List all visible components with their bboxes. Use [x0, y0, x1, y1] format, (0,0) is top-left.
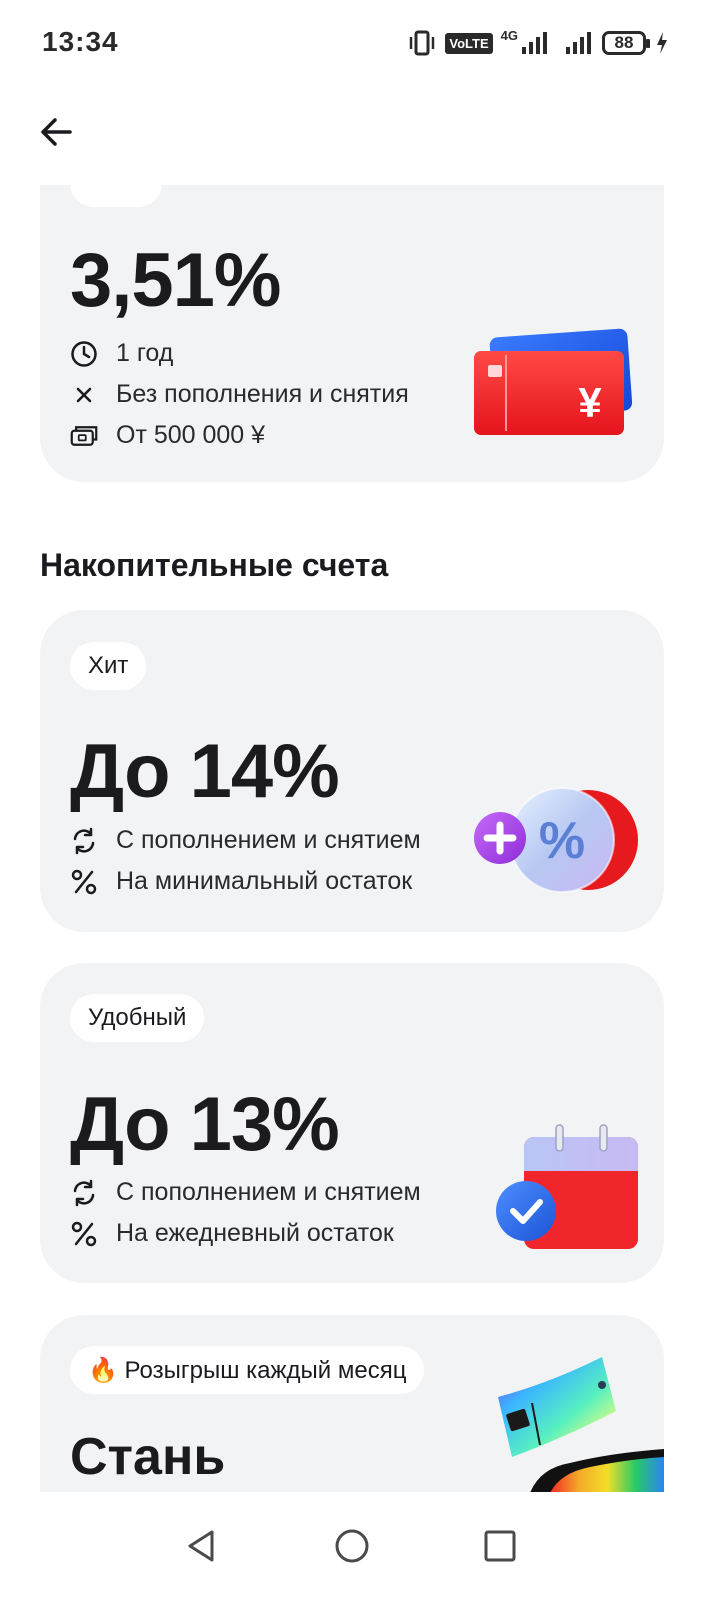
refresh-icon — [70, 1179, 98, 1207]
vibrate-icon — [410, 30, 435, 56]
signal-icon-2 — [566, 32, 591, 54]
deposit-card[interactable]: 3,51% 1 год Без пополнения и снятия От 5… — [40, 185, 664, 482]
close-icon — [70, 381, 98, 409]
feature-balance-hit: На минимальный остаток — [70, 867, 412, 896]
feature-topup-hit-text: С пополнением и снятием — [116, 826, 421, 854]
status-icons: VoLTE 4G 88 — [407, 28, 668, 58]
signal-icon — [522, 32, 547, 54]
savings-rate-hit: До 14% — [70, 729, 340, 814]
svg-text:%: % — [539, 812, 585, 870]
calendar-check-icon — [496, 1124, 638, 1249]
section-title: Накопительные счета — [40, 547, 389, 583]
deposit-rate: 3,51% — [70, 238, 281, 323]
clock-icon — [70, 340, 98, 368]
charging-icon — [657, 32, 667, 54]
feature-no-topup-text: Без пополнения и снятия — [116, 380, 409, 408]
savings-title-raffle: Стань — [70, 1428, 226, 1486]
nav-recents-button[interactable] — [468, 1514, 532, 1578]
status-bar: 13:34 VoLTE 4G 88 — [0, 0, 720, 88]
badge-raffle: 🔥 Розыгрыш каждый месяц — [70, 1346, 425, 1394]
feature-balance-convenient-text: На ежедневный остаток — [116, 1219, 394, 1247]
feature-term-text: 1 год — [116, 339, 174, 367]
feature-no-topup: Без пополнения и снятия — [70, 380, 409, 409]
feature-balance-convenient: На ежедневный остаток — [70, 1219, 394, 1248]
badge-hit: Хит — [70, 642, 147, 690]
savings-rate-convenient: До 13% — [70, 1082, 340, 1167]
feature-balance-hit-text: На минимальный остаток — [116, 867, 413, 895]
feature-min-amount: От 500 000 ¥ — [70, 421, 265, 450]
badge-convenient: Удобный — [70, 994, 205, 1042]
triangle-back-icon — [188, 1530, 214, 1562]
refresh-icon — [70, 827, 98, 855]
savings-card-hit[interactable]: Хит До 14% С пополнением и снятием На ми… — [40, 610, 664, 932]
feature-topup-convenient-text: С пополнением и снятием — [116, 1178, 421, 1206]
savings-card-raffle[interactable]: 🔥 Розыгрыш каждый месяц Стань — [40, 1315, 664, 1492]
deposit-card-chip — [70, 185, 162, 207]
volte-badge: VoLTE — [445, 32, 493, 54]
savings-card-convenient[interactable]: Удобный До 13% С пополнением и снятием Н… — [40, 963, 664, 1283]
network-type: 4G — [500, 28, 518, 43]
feature-topup-hit: С пополнением и снятием — [70, 826, 421, 855]
status-time: 13:34 — [42, 26, 119, 57]
svg-text:¥: ¥ — [578, 379, 602, 426]
percent-icon — [70, 868, 98, 896]
percent-coin-icon: % — [474, 787, 638, 893]
battery-level: 88 — [614, 33, 634, 52]
feature-min-amount-text: От 500 000 ¥ — [116, 421, 266, 449]
arrow-left-icon — [41, 118, 72, 146]
scroll-area[interactable]: 3,51% 1 год Без пополнения и снятия От 5… — [0, 185, 720, 1492]
feature-topup-convenient: С пополнением и снятием — [70, 1178, 421, 1207]
feature-term: 1 год — [70, 339, 173, 368]
holographic-card-icon — [498, 1357, 664, 1492]
square-recents-icon — [484, 1530, 516, 1562]
battery-icon: 88 — [602, 31, 650, 55]
yuan-card-icon: ¥ — [474, 328, 633, 435]
system-nav-bar — [0, 1492, 720, 1604]
nav-home-button[interactable] — [320, 1514, 384, 1578]
percent-icon — [70, 1220, 98, 1248]
circle-home-icon — [335, 1529, 369, 1563]
back-button[interactable] — [32, 108, 80, 156]
wallet-icon — [70, 422, 98, 450]
nav-back-button[interactable] — [170, 1514, 234, 1578]
